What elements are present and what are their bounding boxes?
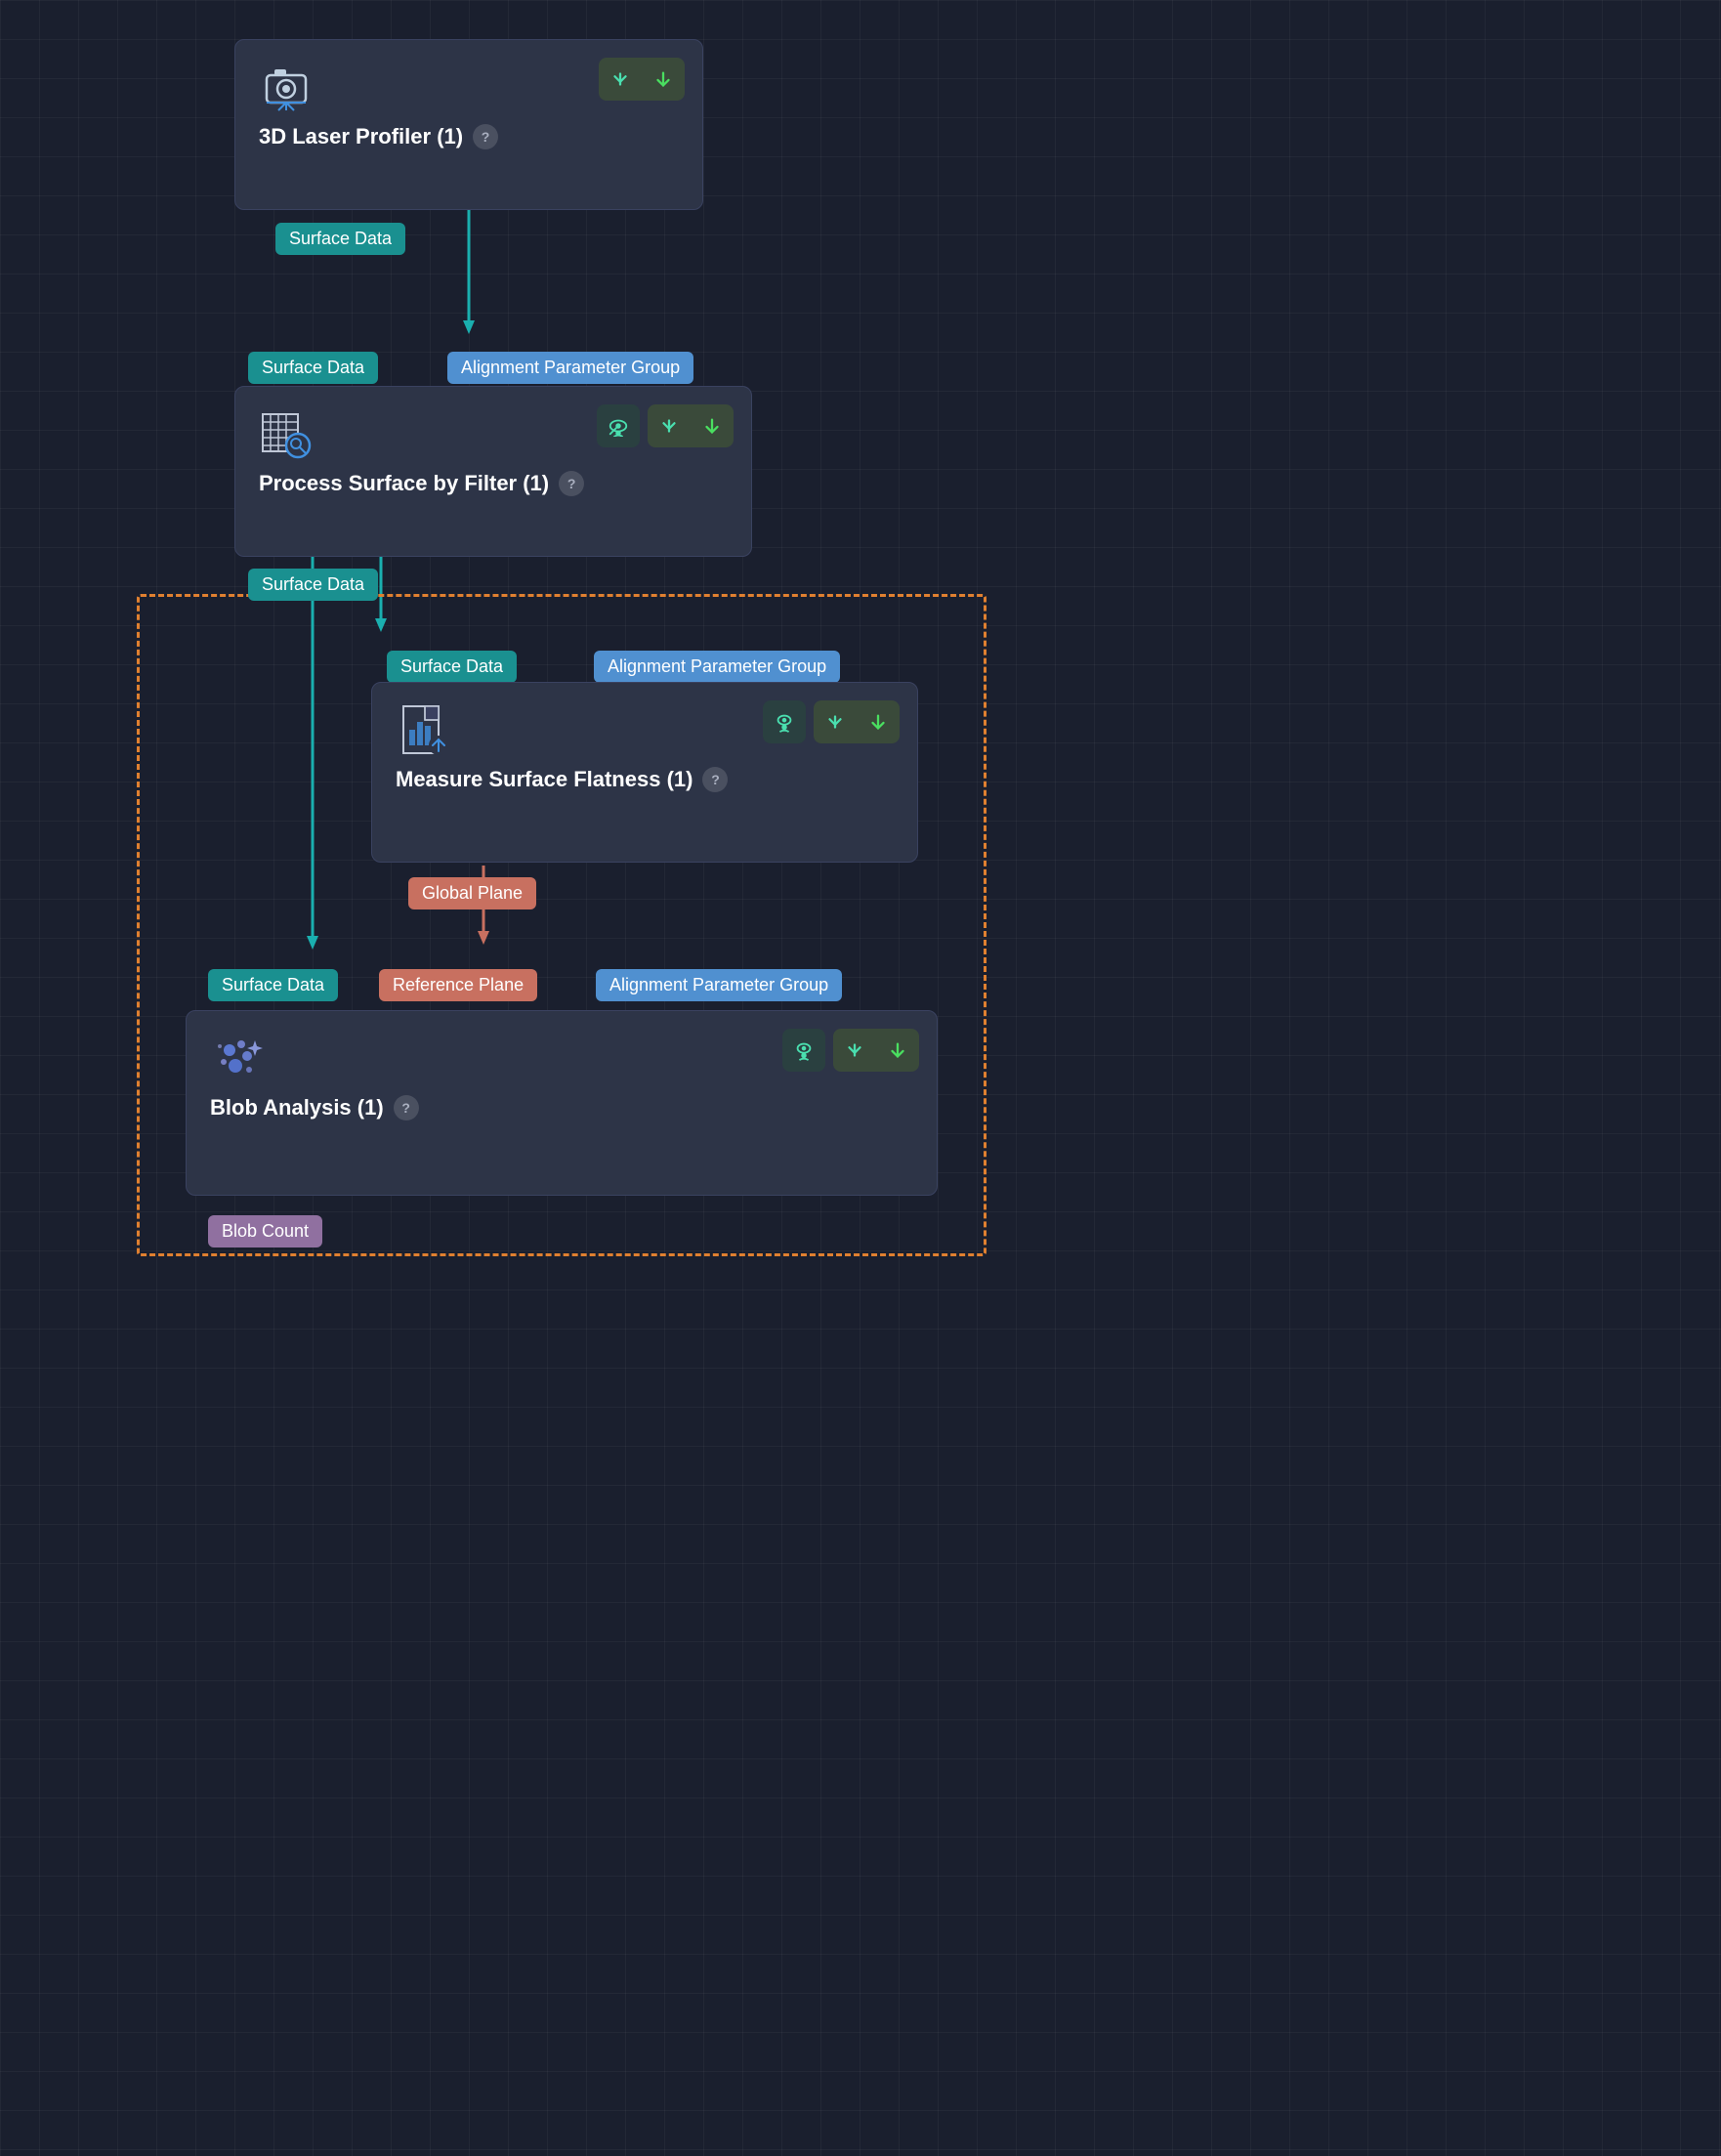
ctrl-group-laser	[599, 58, 685, 101]
canvas: 3D Laser Profiler (1) ? Surface Data Sur…	[0, 0, 1721, 2156]
filter-svg	[259, 406, 314, 461]
chevron-down-icon	[609, 68, 631, 90]
filter-icon	[259, 406, 314, 461]
arrow-down-icon-filter	[701, 415, 723, 437]
ctrl-group-flatness	[814, 700, 900, 743]
blob-title-text: Blob Analysis (1)	[210, 1095, 384, 1120]
blob-icon	[210, 1031, 265, 1085]
camera-svg	[259, 60, 314, 114]
flatness-title: Measure Surface Flatness (1) ?	[396, 767, 894, 792]
node-blob-controls	[782, 1029, 919, 1072]
eye-person-icon-blob	[793, 1039, 815, 1061]
arrow-down-btn-laser[interactable]	[642, 58, 685, 101]
port-alignment-group-1: Alignment Parameter Group	[447, 352, 693, 384]
eye-btn-flatness[interactable]	[763, 700, 806, 743]
arrow-down-icon-flatness	[867, 711, 889, 733]
port-surface-data-5: Surface Data	[208, 969, 338, 1001]
node-process-surface-filter[interactable]: Process Surface by Filter (1) ?	[234, 386, 752, 557]
laser-title-text: 3D Laser Profiler (1)	[259, 124, 463, 149]
ctrl-group-filter	[648, 404, 734, 447]
chevron-down-btn-blob[interactable]	[833, 1029, 876, 1072]
laser-icon	[259, 60, 314, 114]
port-global-plane: Global Plane	[408, 877, 536, 909]
blob-title: Blob Analysis (1) ?	[210, 1095, 913, 1120]
eye-btn-blob[interactable]	[782, 1029, 825, 1072]
flatness-title-text: Measure Surface Flatness (1)	[396, 767, 693, 792]
port-surface-data-1: Surface Data	[275, 223, 405, 255]
node-flatness-controls	[763, 700, 900, 743]
chevron-down-icon-filter	[658, 415, 680, 437]
chevron-down-btn-laser[interactable]	[599, 58, 642, 101]
port-surface-data-4: Surface Data	[387, 651, 517, 683]
filter-title: Process Surface by Filter (1) ?	[259, 471, 728, 496]
flatness-svg	[396, 702, 450, 757]
arrow-down-btn-filter[interactable]	[691, 404, 734, 447]
port-surface-data-3: Surface Data	[248, 569, 378, 601]
filter-help-badge[interactable]: ?	[559, 471, 584, 496]
node-measure-flatness[interactable]: Measure Surface Flatness (1) ?	[371, 682, 918, 863]
eye-person-icon	[774, 711, 795, 733]
chevron-down-btn-filter[interactable]	[648, 404, 691, 447]
blob-svg	[210, 1031, 265, 1085]
chevron-down-icon-blob	[844, 1039, 865, 1061]
port-reference-plane: Reference Plane	[379, 969, 537, 1001]
flatness-icon	[396, 702, 450, 757]
node-laser-profiler[interactable]: 3D Laser Profiler (1) ?	[234, 39, 703, 210]
eye-icon-filter	[608, 415, 629, 437]
laser-help-badge[interactable]: ?	[473, 124, 498, 149]
ctrl-group-blob	[833, 1029, 919, 1072]
node-filter-controls	[597, 404, 734, 447]
port-alignment-group-2: Alignment Parameter Group	[594, 651, 840, 683]
chevron-down-icon-flatness	[824, 711, 846, 733]
arrow-down-icon	[652, 68, 674, 90]
port-surface-data-2: Surface Data	[248, 352, 378, 384]
port-alignment-group-3: Alignment Parameter Group	[596, 969, 842, 1001]
arrow-down-btn-flatness[interactable]	[857, 700, 900, 743]
arrow-down-btn-blob[interactable]	[876, 1029, 919, 1072]
node-laser-controls	[599, 58, 685, 101]
chevron-down-btn-flatness[interactable]	[814, 700, 857, 743]
flatness-help-badge[interactable]: ?	[702, 767, 728, 792]
port-blob-count: Blob Count	[208, 1215, 322, 1247]
arrow-down-icon-blob	[887, 1039, 908, 1061]
blob-help-badge[interactable]: ?	[394, 1095, 419, 1120]
laser-title: 3D Laser Profiler (1) ?	[259, 124, 679, 149]
node-blob-analysis[interactable]: Blob Analysis (1) ?	[186, 1010, 938, 1196]
eye-btn-filter[interactable]	[597, 404, 640, 447]
filter-title-text: Process Surface by Filter (1)	[259, 471, 549, 496]
